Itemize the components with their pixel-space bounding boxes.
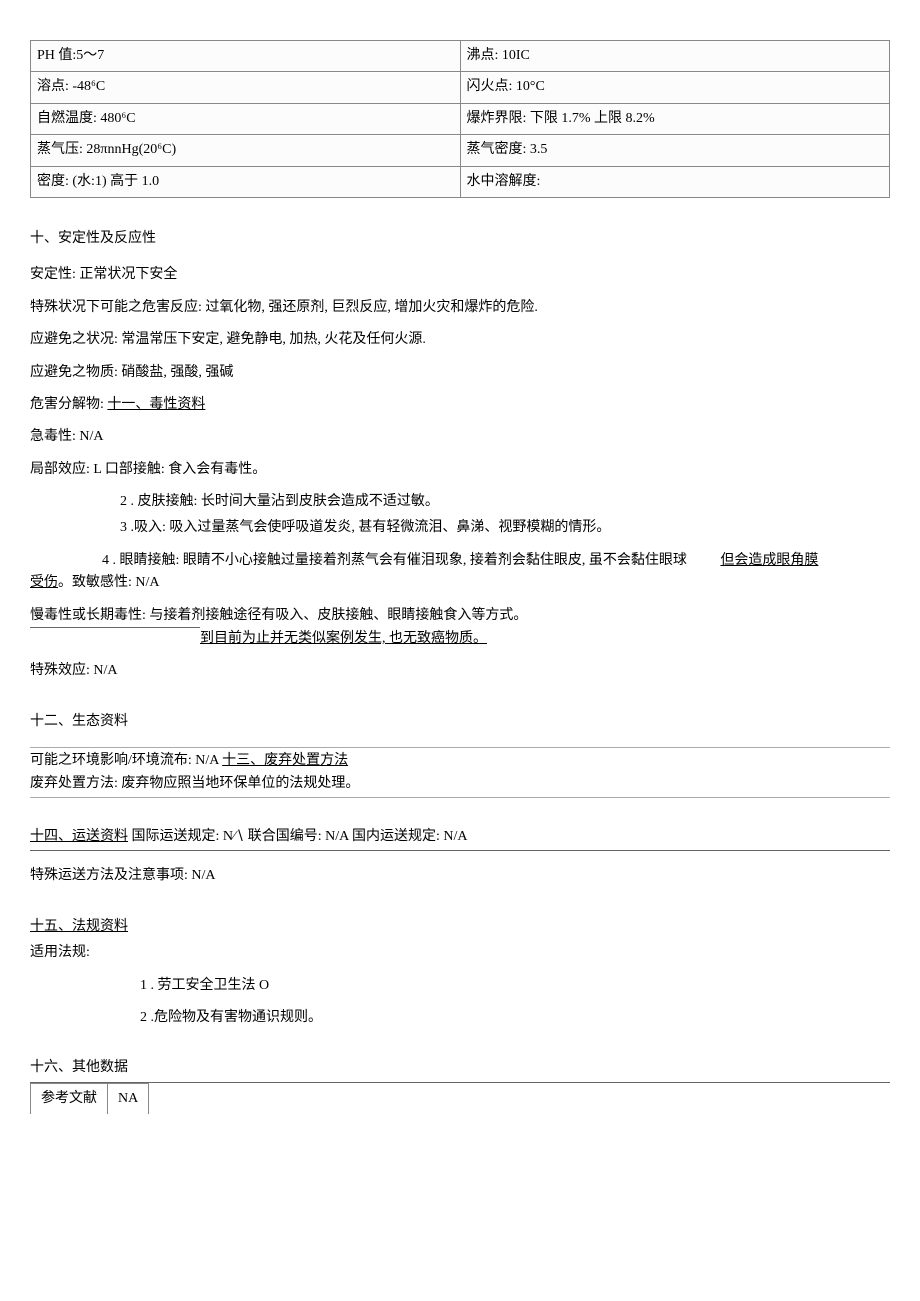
local-effect-2: 2 . 皮肤接触: 长时间大量沾到皮肤会造成不适过敏。 (120, 491, 890, 513)
special-reaction-text: 特殊状况下可能之危害反应: 过氧化物, 强还原剂, 巨烈反应, 增加火灾和爆炸的… (30, 297, 890, 319)
decomposition-label: 危害分解物: (30, 397, 107, 412)
section-13-title: 十三、废弃处置方法 (222, 753, 348, 768)
section-15-title: 十五、法规资料 (30, 916, 890, 938)
decomposition-line: 危害分解物: 十一、毒性资料 (30, 394, 890, 416)
local-effect-4-trail: 但会造成眼角膜 (720, 553, 818, 568)
law-item-2: 2 .危险物及有害物通识规则。 (140, 1007, 890, 1029)
local-effects-list: 2 . 皮肤接触: 长时间大量沾到皮肤会造成不适过敏。 3 .吸入: 吸入过量蒸… (120, 491, 890, 540)
injury-label: 受伤 (30, 575, 58, 590)
disposal-text: 废弃处置方法: 废弃物应照当地环保单位的法规处理。 (30, 773, 890, 795)
reference-label: 参考文献 (31, 1083, 108, 1114)
table-row: 自燃温度: 480⁶C 爆炸界限: 下限 1.7% 上限 8.2% (31, 103, 890, 134)
local-effect-3: 3 .吸入: 吸入过量蒸气会使呼吸道发炎, 甚有轻微流泪、鼻涕、视野模糊的情形。 (120, 517, 890, 539)
flash-cell: 闪火点: 10°C (460, 72, 890, 103)
section-11-title: 十一、毒性资料 (107, 397, 205, 412)
section-12-title: 十二、生态资料 (30, 711, 890, 733)
local-effects-1: 局部效应: L 口部接触: 食入会有毒性。 (30, 459, 890, 481)
table-row: 参考文献 NA (31, 1083, 149, 1114)
avoid-materials-text: 应避免之物质: 硝酸盐, 强酸, 强碱 (30, 362, 890, 384)
reference-value: NA (108, 1083, 149, 1114)
density-cell: 密度: (水:1) 高于 1.0 (31, 166, 461, 197)
local-effect-4: 4 . 眼睛接触: 眼睛不小心接触过量接着剂蒸气会有催泪现象, 接着剂会黏住眼皮… (102, 553, 687, 568)
injury-line: 受伤。致敏感性: N/A (30, 572, 890, 594)
section-10-title: 十、安定性及反应性 (30, 228, 890, 250)
vapor-density-cell: 蒸气密度: 3.5 (460, 135, 890, 166)
properties-table: PH 值:5～7 沸点: 10IC 溶点: -48⁶C 闪火点: 10°C 自燃… (30, 40, 890, 198)
local-effect-4-line: 4 . 眼睛接触: 眼睛不小心接触过量接着剂蒸气会有催泪现象, 接着剂会黏住眼皮… (102, 550, 890, 572)
environment-text: 可能之环境影响/环境流布: N/A (30, 753, 222, 768)
divider-line (30, 627, 200, 628)
section-14-title: 十四、运送资料 (30, 829, 128, 844)
ph-cell: PH 值:5～7 (31, 41, 461, 72)
table-row: PH 值:5～7 沸点: 10IC (31, 41, 890, 72)
environment-box: 可能之环境影响/环境流布: N/A 十三、废弃处置方法 废弃处置方法: 废弃物应… (30, 747, 890, 798)
avoid-conditions-text: 应避免之状况: 常温常压下安定, 避免静电, 加热, 火花及任何火源. (30, 329, 890, 351)
table-row: 密度: (水:1) 高于 1.0 水中溶解度: (31, 166, 890, 197)
sensitization-text: 。致敏感性: N/A (58, 575, 160, 590)
acute-toxicity-text: 急毒性: N/A (30, 426, 890, 448)
environment-line: 可能之环境影响/环境流布: N/A 十三、废弃处置方法 (30, 750, 890, 772)
chronic-toxicity-note: 到目前为止并无类似案例发生, 也无致癌物质。 (200, 628, 890, 650)
table-row: 蒸气压: 28πnnHg(20⁶C) 蒸气密度: 3.5 (31, 135, 890, 166)
solubility-cell: 水中溶解度: (460, 166, 890, 197)
vapor-pressure-cell: 蒸气压: 28πnnHg(20⁶C) (31, 135, 461, 166)
boiling-cell: 沸点: 10IC (460, 41, 890, 72)
special-shipping-text: 特殊运送方法及注意事项: N/A (30, 865, 890, 887)
applicable-law-label: 适用法规: (30, 942, 890, 964)
section-14-content: 国际运送规定: N∕∖ 联合国编号: N/A 国内运送规定: N/A (128, 829, 467, 844)
melting-cell: 溶点: -48⁶C (31, 72, 461, 103)
special-effects-text: 特殊效应: N/A (30, 660, 890, 682)
law-item-1: 1 . 劳工安全卫生法 O (140, 975, 890, 997)
section-16-title: 十六、其他数据 (30, 1057, 890, 1079)
law-list: 1 . 劳工安全卫生法 O 2 .危险物及有害物通识规则。 (140, 975, 890, 1030)
autoignition-cell: 自燃温度: 480⁶C (31, 103, 461, 134)
chronic-toxicity-text: 慢毒性或长期毒性: 与接着剂接触途径有吸入、皮肤接触、眼睛接触食入等方式。 (30, 605, 890, 627)
table-row: 溶点: -48⁶C 闪火点: 10°C (31, 72, 890, 103)
explosion-cell: 爆炸界限: 下限 1.7% 上限 8.2% (460, 103, 890, 134)
reference-table: 参考文献 NA (30, 1083, 149, 1114)
divider-line (30, 1082, 890, 1083)
stability-text: 安定性: 正常状况下安全 (30, 264, 890, 286)
section-14-line: 十四、运送资料 国际运送规定: N∕∖ 联合国编号: N/A 国内运送规定: N… (30, 826, 890, 851)
